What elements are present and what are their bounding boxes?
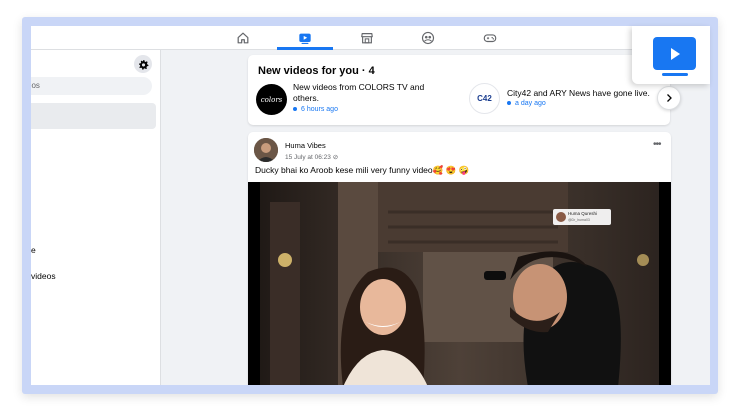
new-videos-card: New videos for you · 4 colors New videos… xyxy=(248,55,670,125)
video-frame: Huma Qureshi @Dr_huma03 xyxy=(248,182,671,385)
nav-gaming[interactable] xyxy=(462,26,518,49)
colors-tv-logo[interactable]: colors xyxy=(256,84,287,115)
video-tag-name: Huma Qureshi xyxy=(568,211,597,216)
marketplace-icon xyxy=(361,32,373,43)
gaming-icon xyxy=(483,33,497,42)
sidebar-item-active[interactable] xyxy=(31,103,156,129)
top-navigation xyxy=(31,26,710,50)
watch-icon xyxy=(299,33,311,44)
author-photo xyxy=(254,138,278,162)
left-sidebar: eos e videos xyxy=(31,50,161,385)
video-player[interactable]: Huma Qureshi @Dr_huma03 xyxy=(248,182,671,385)
watch-badge xyxy=(632,26,710,84)
new-video-item-time: 6 hours ago xyxy=(293,106,338,113)
nav-home[interactable] xyxy=(215,26,271,49)
more-options-icon[interactable]: ••• xyxy=(653,139,661,150)
facebook-watch-screen: eos e videos New videos for you · 4 colo… xyxy=(31,26,710,385)
new-video-item-text[interactable]: City42 and ARY News have gone live. xyxy=(507,88,667,99)
new-video-item-text[interactable]: New videos from COLORS TV and others. xyxy=(293,82,443,104)
post-caption: Ducky bhai ko Aroob kese mili very funny… xyxy=(255,165,470,175)
video-post-card: Huma Vibes 15 July at 06:23 ⊘ ••• Ducky … xyxy=(248,132,671,385)
city42-logo[interactable]: C42 xyxy=(469,83,500,114)
gear-icon xyxy=(138,59,148,70)
next-arrow-button[interactable] xyxy=(657,86,681,110)
badge-underline xyxy=(662,73,688,76)
settings-button[interactable] xyxy=(134,55,152,73)
nav-marketplace[interactable] xyxy=(339,26,395,49)
author-name[interactable]: Huma Vibes xyxy=(285,141,326,150)
search-input[interactable]: eos xyxy=(31,77,152,95)
chevron-right-icon xyxy=(667,94,672,102)
new-video-item-time: a day ago xyxy=(507,100,546,107)
groups-icon xyxy=(421,31,435,44)
video-play-icon xyxy=(653,37,696,70)
video-tag-handle: @Dr_huma03 xyxy=(568,218,590,222)
post-date[interactable]: 15 July at 06:23 ⊘ xyxy=(285,153,338,161)
globe-icon: ⊘ xyxy=(332,154,339,161)
nav-watch[interactable] xyxy=(277,26,333,50)
new-videos-title: New videos for you · 4 xyxy=(258,65,375,77)
sidebar-item-1[interactable]: e xyxy=(31,245,36,255)
nav-groups[interactable] xyxy=(400,26,456,49)
sidebar-item-2[interactable]: videos xyxy=(31,271,56,281)
author-avatar[interactable] xyxy=(254,138,278,162)
home-icon xyxy=(237,32,249,43)
